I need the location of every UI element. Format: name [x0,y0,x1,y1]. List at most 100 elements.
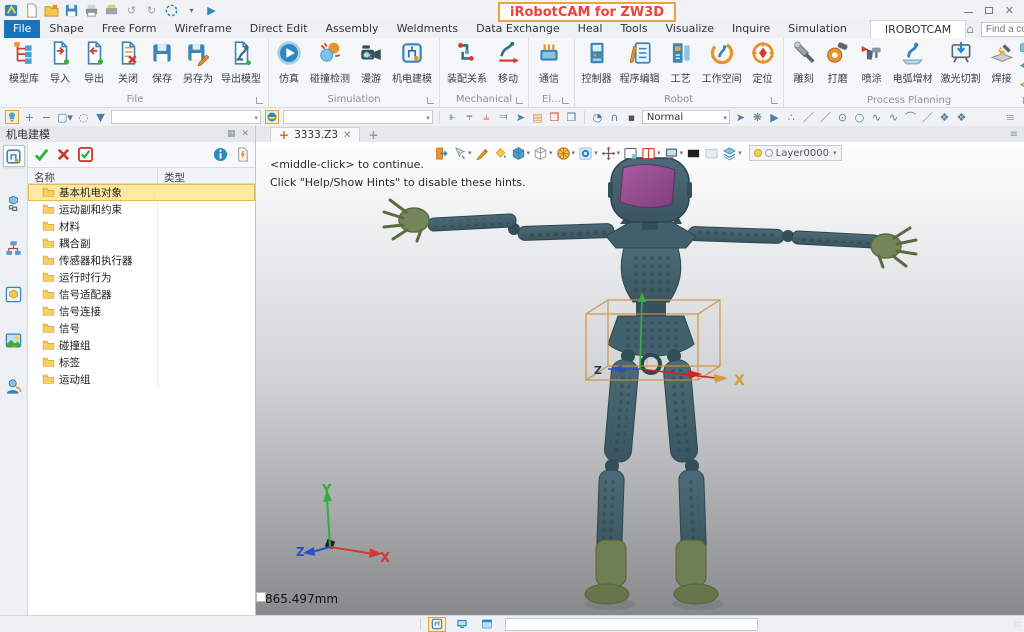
menu-inquire[interactable]: Inquire [723,20,779,38]
ribbon-button-mech[interactable]: 机电建模 [388,38,436,85]
tree-row[interactable]: 碰撞组 [28,337,255,354]
filter-combobox[interactable]: ▾ [111,110,261,124]
circle-center-tool-icon[interactable]: ⊙ [836,110,849,124]
viewport-layers-icon[interactable]: ▾ [722,146,742,161]
save-icon[interactable] [64,3,79,18]
panel-close-icon[interactable]: ✕ [241,129,249,139]
doc-list-icon[interactable]: ▤ [531,110,544,124]
menu-weldments[interactable]: Weldments [388,20,468,38]
panel-tab-role-manager-icon[interactable] [3,375,25,397]
report-icon[interactable] [234,147,250,163]
document-tab[interactable]: + 3333.Z3 ✕ [270,127,360,142]
tree-row[interactable]: 材料 [28,218,255,235]
menu-irobotcam[interactable]: IROBOTCAM [870,20,966,38]
stack-a-icon[interactable] [1019,41,1024,57]
status-window-icon[interactable] [478,617,496,632]
viewport-shaded-cube-icon[interactable]: ▾ [511,146,531,161]
maximize-icon[interactable] [985,7,993,14]
menu-data-exchange[interactable]: Data Exchange [467,20,569,38]
ribbon-button-walk[interactable]: REC漫游 [354,38,388,85]
menu-file[interactable]: File [4,20,40,38]
viewport-window-layout-icon[interactable]: ▾ [641,146,661,161]
tree-row[interactable]: 传感器和执行器 [28,252,255,269]
ribbon-button-saveas[interactable]: 另存为 [179,38,217,85]
viewport-display-monitor-icon[interactable]: ▾ [664,146,684,161]
tree-row[interactable]: 信号连接 [28,303,255,320]
apply-check-icon[interactable] [77,147,93,163]
viewport-pencil-icon[interactable] [475,146,490,161]
plot-icon[interactable] [104,3,119,18]
part-box-icon[interactable]: ❒ [548,110,561,124]
dialog-launcher-icon[interactable] [771,97,778,104]
spline-tool-icon[interactable]: ∿ [870,110,883,124]
menu-heal[interactable]: Heal [569,20,612,38]
column-name[interactable]: 名称 [28,168,158,183]
ribbon-button-polish[interactable]: 打磨 [821,38,855,85]
ribbon-button-collision[interactable]: 碰撞检测 [306,38,354,85]
curve-tool-icon[interactable]: ∿ [887,110,900,124]
ribbon-button-comm[interactable]: 通信 [532,38,566,85]
robot-model[interactable]: X Z Y X Z [256,142,1024,615]
ribbon-button-engrave[interactable]: 雕刻 [787,38,821,85]
menu-direct-edit[interactable]: Direct Edit [241,20,317,38]
new-file-icon[interactable] [24,3,39,18]
viewport-paint-bucket-icon[interactable] [493,146,508,161]
segment-tool-icon[interactable]: ／ [921,110,934,124]
ribbon-button-laser[interactable]: 激光切割 [937,38,985,85]
ribbon-button-craft[interactable]: 工艺 [664,38,698,85]
ribbon-button-save[interactable]: 保存 [145,38,179,85]
dialog-launcher-icon[interactable] [427,97,434,104]
viewport-window-split-icon[interactable] [623,146,638,161]
panel-dock-icon[interactable]: ▦ [227,129,236,139]
redo-icon[interactable]: ↻ [144,3,159,18]
viewport-render-ring-icon[interactable]: ▾ [578,146,598,161]
align-left-icon[interactable]: ⫦ [446,110,459,124]
panel-tab-visual-manager-icon[interactable] [3,329,25,351]
minimize-icon[interactable] [964,7,973,13]
menu-simulation[interactable]: Simulation [779,20,856,38]
menu-shape[interactable]: Shape [40,20,92,38]
tree-row[interactable]: 运动副和约束 [28,201,255,218]
spray-tool-icon[interactable]: ❋ [751,110,764,124]
ribbon-button-locate[interactable]: 定位 [746,38,780,85]
panel-tab-assembly-tree-icon[interactable] [3,191,25,213]
viewport-background-dark-icon[interactable] [686,146,701,161]
viewport-move-view-icon[interactable]: ▾ [601,146,621,161]
toolbar-overflow-icon[interactable]: ≡ [1006,111,1019,124]
ribbon-button-export[interactable]: 导出 [77,38,111,85]
play-macro-icon[interactable]: ▶ [204,3,219,18]
tree-row[interactable]: 运行时行为 [28,269,255,286]
points-tool-icon[interactable]: ∴ [785,110,798,124]
filter-icon[interactable]: ▼ [94,110,107,124]
line-tool-icon[interactable]: ／ [802,110,815,124]
ribbon-button-spray[interactable]: 喷涂 [855,38,889,85]
info-icon[interactable] [212,147,228,163]
align-mid-icon[interactable]: ⫧ [463,110,476,124]
polyline-tool-icon[interactable]: ／ [819,110,832,124]
ribbon-button-arc-am[interactable]: 电弧增材 [889,38,937,85]
arc-tool-icon[interactable]: ⌒ [904,110,917,124]
ribbon-button-import[interactable]: 导入 [43,38,77,85]
world-context-icon[interactable] [265,110,279,124]
stack-c-icon[interactable] [1019,77,1024,93]
viewport-wireframe-cube-icon[interactable]: ▾ [533,146,553,161]
close-icon[interactable]: ✕ [1005,4,1014,17]
undo-icon[interactable]: ↺ [124,3,139,18]
status-monitor-icon[interactable] [453,617,471,632]
new-tab-icon[interactable]: + [368,128,378,142]
tab-close-icon[interactable]: ✕ [343,130,351,141]
part-box2-icon[interactable]: ❒ [565,110,578,124]
tree-row[interactable]: 基本机电对象 [28,184,255,201]
show-hide-icon[interactable] [5,110,19,124]
ribbon-button-controller[interactable]: 控制器 [578,38,616,85]
status-input-field[interactable] [505,618,758,631]
solid-square-icon[interactable]: ▪ [625,110,638,124]
status-mech-icon[interactable] [428,617,446,632]
ribbon-button-close-doc[interactable]: 关闭 [111,38,145,85]
viewport-background-light-icon[interactable] [704,146,719,161]
menu-visualize[interactable]: Visualize [657,20,723,38]
viewport-pick-filter-icon[interactable]: ▾ [452,146,472,161]
ribbon-button-model-lib[interactable]: 模型库 [5,38,43,85]
select-tool-icon[interactable]: ➤ [734,110,747,124]
snap-icon[interactable]: ◔ [591,110,604,124]
